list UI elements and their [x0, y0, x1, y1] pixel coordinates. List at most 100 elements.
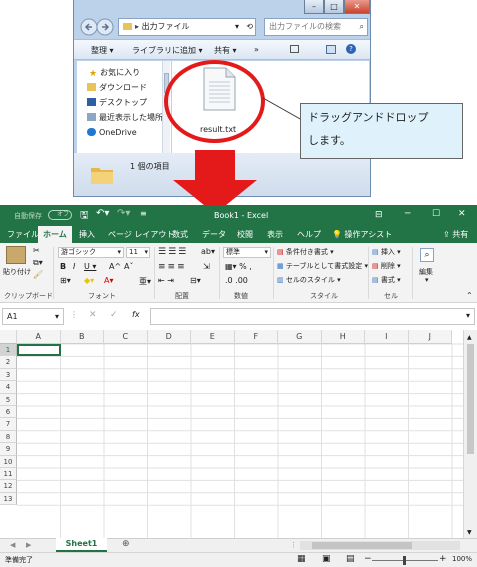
enter-icon[interactable]: ✓	[110, 310, 118, 320]
zoom-in-icon[interactable]: +	[439, 554, 447, 564]
add-to-library-button[interactable]: ライブラリに追加 ▾	[132, 45, 203, 56]
border-icon[interactable]: ⊞▾	[60, 276, 71, 285]
bold-button[interactable]: B	[60, 262, 66, 271]
zoom-out-icon[interactable]: −	[364, 554, 372, 564]
organize-button[interactable]: 整理 ▾	[91, 45, 114, 56]
share-button[interactable]: 共有 ▾	[214, 45, 237, 56]
active-cell-a1[interactable]	[17, 344, 61, 357]
minimize-button[interactable]: –	[304, 0, 324, 14]
nav-item-desktop[interactable]: デスクトップ	[87, 97, 147, 108]
row-header[interactable]: 2	[0, 356, 17, 369]
save-icon[interactable]: 🖫	[80, 208, 89, 225]
nav-item-recent-places[interactable]: 最近表示した場所	[87, 112, 163, 123]
tab-file[interactable]: ファイル	[7, 229, 39, 240]
italic-button[interactable]: I	[73, 262, 75, 271]
format-cells-button[interactable]: ▤ 書式 ▾	[372, 275, 401, 285]
page-break-view-icon[interactable]: ▤	[346, 554, 355, 564]
row-header[interactable]: 7	[0, 418, 17, 431]
address-bar[interactable]: ▸ 出力ファイル ▾ ⟲	[118, 18, 256, 36]
ribbon-display-icon[interactable]: ⊟	[375, 210, 383, 220]
close-button[interactable]: ✕	[344, 0, 370, 14]
row-header[interactable]: 11	[0, 468, 17, 481]
wrap-text-icon[interactable]: ⇲	[203, 262, 210, 271]
formula-input[interactable]: ▾	[150, 308, 475, 325]
font-color-icon[interactable]: A▾	[104, 276, 114, 285]
tell-me-box[interactable]: 💡 操作アシスト	[332, 229, 392, 240]
nav-item-favorites[interactable]: ★ お気に入り	[89, 67, 140, 79]
vertical-scrollbar[interactable]: ▲ ▼	[463, 330, 477, 538]
more-button[interactable]: »	[254, 45, 259, 54]
refresh-icon[interactable]: ⟲	[246, 19, 253, 35]
row-header[interactable]: 1	[0, 344, 17, 357]
worksheet-grid[interactable]: A B C D E F G H I J 1 2 3 4 5 6 7 8 9 10 11 12 13	[0, 330, 463, 538]
currency-icon[interactable]: ▦▾ % ,	[225, 262, 252, 271]
number-format-select[interactable]: 標準 ▾	[223, 247, 271, 258]
tab-formulas[interactable]: 数式	[172, 229, 188, 240]
format-as-table-button[interactable]: ▦ テーブルとして書式設定 ▾	[277, 261, 368, 271]
help-icon[interactable]: ?	[346, 44, 356, 54]
conditional-format-button[interactable]: ▤ 条件付き書式 ▾	[277, 247, 334, 257]
insert-cells-button[interactable]: ▤ 挿入 ▾	[372, 247, 401, 257]
undo-icon[interactable]: ↶▾	[96, 208, 109, 219]
paste-button[interactable]: 貼り付け	[3, 267, 31, 277]
cut-icon[interactable]: ✂	[33, 246, 40, 255]
sheet-nav-next-icon[interactable]: ▶	[26, 541, 31, 549]
row-header[interactable]: 5	[0, 393, 17, 406]
horizontal-scrollbar[interactable]	[300, 541, 460, 550]
fill-color-icon[interactable]: ◆▾	[84, 276, 94, 285]
name-box[interactable]: A1 ▾	[2, 308, 64, 325]
decrease-font-icon[interactable]: Aˇ	[124, 262, 133, 271]
insert-function-icon[interactable]: fx	[132, 310, 140, 319]
tab-view[interactable]: 表示	[267, 229, 283, 240]
customize-qat-icon[interactable]: ≡	[140, 209, 147, 218]
collapse-ribbon-icon[interactable]: ⌃	[466, 291, 473, 300]
maximize-button[interactable]: □	[324, 0, 344, 14]
add-sheet-icon[interactable]: ⊕	[122, 539, 130, 549]
row-header[interactable]: 13	[0, 492, 17, 506]
nav-item-onedrive[interactable]: OneDrive	[87, 127, 137, 138]
horizontal-align-icons[interactable]: ≡≡≡	[158, 262, 187, 272]
share-button[interactable]: ⇪ 共有	[443, 229, 468, 240]
page-layout-view-icon[interactable]: ▣	[322, 554, 331, 564]
close-button[interactable]: ✕	[458, 209, 466, 219]
minimize-button[interactable]: ─	[405, 209, 410, 219]
tab-data[interactable]: データ	[202, 229, 226, 240]
zoom-slider[interactable]	[372, 556, 438, 565]
decimal-icons[interactable]: .0 .00	[225, 276, 248, 285]
view-options-icon[interactable]	[290, 45, 299, 53]
underline-button[interactable]: U ▾	[84, 262, 96, 271]
tab-home[interactable]: ホーム	[38, 226, 72, 243]
back-button[interactable]	[80, 18, 114, 38]
merge-center-icon[interactable]: ⊟▾	[190, 276, 201, 285]
autosave-toggle[interactable]: オフ	[48, 210, 72, 220]
zoom-level[interactable]: 100%	[452, 555, 472, 563]
font-name-select[interactable]: 游ゴシック ▾	[58, 247, 124, 258]
delete-cells-button[interactable]: ▤ 削除 ▾	[372, 261, 401, 271]
search-input[interactable]: 出力ファイルの検索 ⌕	[264, 18, 368, 36]
cancel-icon[interactable]: ✕	[89, 310, 97, 320]
font-size-select[interactable]: 11 ▾	[126, 247, 150, 258]
normal-view-icon[interactable]: ▦	[297, 554, 306, 564]
redo-icon[interactable]: ↷▾	[117, 208, 130, 219]
row-header[interactable]: 6	[0, 406, 17, 419]
increase-font-icon[interactable]: A^	[109, 262, 121, 271]
row-header[interactable]: 4	[0, 381, 17, 394]
sheet-nav-prev-icon[interactable]: ◀	[10, 541, 15, 549]
tab-review[interactable]: 校閲	[237, 229, 253, 240]
tab-insert[interactable]: 挿入	[79, 229, 95, 240]
row-header[interactable]: 8	[0, 430, 17, 444]
phonetic-icon[interactable]: 亜▾	[139, 276, 151, 287]
vertical-align-icons[interactable]: ☰☰☰	[158, 247, 188, 257]
indent-icons[interactable]: ⇤ ⇥	[158, 276, 174, 285]
nav-item-downloads[interactable]: ダウンロード	[87, 82, 147, 93]
row-header[interactable]: 12	[0, 480, 17, 493]
row-header[interactable]: 3	[0, 368, 17, 382]
cell-styles-button[interactable]: ▥ セルのスタイル ▾	[277, 275, 341, 285]
row-header[interactable]: 9	[0, 443, 17, 456]
format-painter-icon[interactable]: 🖌	[33, 270, 43, 279]
preview-pane-icon[interactable]	[326, 45, 336, 54]
copy-icon[interactable]: ⧉▾	[33, 258, 43, 268]
find-icon[interactable]: ⌕	[420, 248, 434, 262]
orientation-icon[interactable]: ab▾	[201, 247, 215, 256]
maximize-button[interactable]: ☐	[432, 209, 440, 219]
